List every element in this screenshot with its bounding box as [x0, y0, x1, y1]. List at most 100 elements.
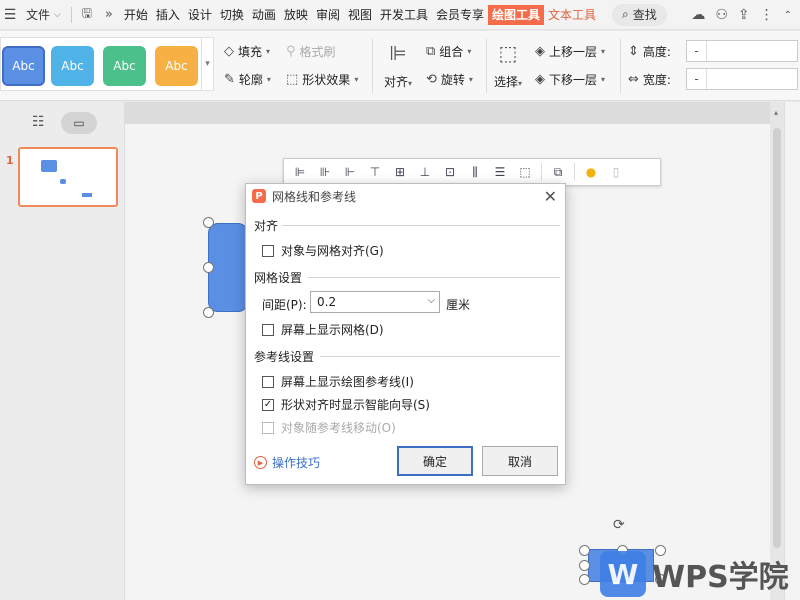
grid-and-guides-dialog: P 网格线和参考线 ✕ 对齐 对象与网格对齐(G) 网格设置 间距(P): 0.…	[245, 183, 566, 485]
ribbon: Abc Abc Abc Abc ▾ ◇ 填充 ▾ ⚲ 格式刷 ✎ 轮廓 ▾ ⬚ …	[0, 31, 800, 101]
spacing-select[interactable]: 0.2 ⌵	[310, 291, 440, 313]
scrollbar-thumb[interactable]	[773, 128, 781, 548]
tab-animation[interactable]: 动画	[248, 5, 280, 25]
spacing-label: 间距(P):	[262, 298, 307, 312]
tab-text-tools[interactable]: 文本工具	[544, 5, 600, 25]
snap-to-grid-checkbox[interactable]	[262, 244, 274, 257]
chevron-down-icon: ▾	[266, 75, 271, 84]
more-icon[interactable]: ⋮	[760, 7, 774, 23]
resize-handle[interactable]	[579, 574, 590, 585]
gallery-more-button[interactable]: ▾	[201, 38, 213, 90]
shape-style-4[interactable]: Abc	[155, 46, 198, 86]
shape-style-3[interactable]: Abc	[103, 46, 146, 86]
play-icon: ▶	[254, 456, 267, 469]
lightbulb-icon[interactable]: ●	[579, 161, 603, 183]
app-logo-icon: P	[252, 189, 266, 203]
hamburger-icon[interactable]: ☰	[0, 7, 20, 23]
divider	[70, 6, 72, 23]
smart-guides-option[interactable]: ✓ 形状对齐时显示智能向导(S)	[262, 396, 430, 413]
bring-forward-button[interactable]: ◈ 上移一层 ▾	[535, 43, 605, 60]
rounded-rect-shape[interactable]	[208, 223, 248, 312]
tab-home[interactable]: 开始	[120, 5, 152, 25]
shape-style-label: Abc	[12, 59, 35, 73]
user-add-icon[interactable]: ⚇	[715, 7, 728, 23]
format-brush-button[interactable]: ⚲ 格式刷	[286, 43, 336, 60]
align-bottom-icon[interactable]: ⊥	[413, 161, 437, 183]
show-guides-option[interactable]: 屏幕上显示绘图参考线(I)	[262, 373, 414, 390]
resize-handle[interactable]	[203, 217, 214, 228]
show-grid-option[interactable]: 屏幕上显示网格(D)	[262, 321, 384, 338]
fill-label: 填充	[238, 45, 263, 59]
search-box[interactable]: ⌕ 查找	[612, 3, 667, 26]
scroll-up-icon[interactable]: ▴	[774, 108, 778, 117]
divider	[541, 163, 542, 181]
rotate-handle-icon[interactable]: ⟳	[613, 517, 625, 533]
collapse-ribbon-icon[interactable]: ⌃	[784, 10, 792, 21]
select-button[interactable]: ⬚ 选择▾	[488, 39, 528, 90]
align-top-icon[interactable]: ⊤	[363, 161, 387, 183]
tab-review[interactable]: 审阅	[312, 5, 344, 25]
spacing-unit: 厘米	[446, 298, 471, 312]
distribute-vertical-icon[interactable]: ☰	[488, 161, 512, 183]
resize-handle[interactable]	[579, 560, 590, 571]
select-label: 选择	[493, 75, 518, 89]
resize-handle[interactable]	[579, 545, 590, 556]
distribute-horizontal-icon[interactable]: ⫼	[463, 161, 487, 183]
cancel-button[interactable]: 取消	[482, 446, 558, 476]
cloud-icon[interactable]: ☁	[691, 7, 705, 23]
width-input[interactable]: -	[686, 68, 798, 90]
height-input[interactable]: -	[686, 40, 798, 62]
tab-design[interactable]: 设计	[184, 5, 216, 25]
resize-handle[interactable]	[203, 262, 214, 273]
align-left-icon[interactable]: ⊫	[288, 161, 312, 183]
align-middle-icon[interactable]: ⊞	[388, 161, 412, 183]
fill-button[interactable]: ◇ 填充 ▾	[224, 43, 270, 60]
tab-insert[interactable]: 插入	[152, 5, 184, 25]
thumbnail-view-icon[interactable]: ▭	[61, 112, 97, 134]
more-chevron-icon[interactable]: »	[98, 7, 120, 22]
ok-button[interactable]: 确定	[397, 446, 473, 476]
share-icon[interactable]: ⇪	[738, 7, 750, 23]
shape-effect-button[interactable]: ⬚ 形状效果 ▾	[286, 71, 358, 88]
resize-handle[interactable]	[203, 307, 214, 318]
tab-member[interactable]: 会员专享	[432, 5, 488, 25]
tab-slideshow[interactable]: 放映	[280, 5, 312, 25]
tab-transition[interactable]: 切换	[216, 5, 248, 25]
rotate-label: 旋转	[440, 73, 465, 87]
save-icon[interactable]: 🖫	[76, 4, 98, 25]
shape-style-2[interactable]: Abc	[51, 46, 94, 86]
group-button[interactable]: ⧉ 组合 ▾	[426, 43, 471, 60]
align-button[interactable]: ⊫ 对齐▾	[378, 39, 418, 90]
shape-style-1[interactable]: Abc	[2, 46, 45, 86]
file-menu[interactable]: 文件 ⌵	[20, 6, 67, 23]
file-menu-label: 文件	[26, 8, 51, 22]
smart-guides-checkbox[interactable]: ✓	[262, 398, 274, 411]
height-decrease[interactable]: -	[687, 41, 707, 61]
align-center-icon[interactable]: ⊪	[313, 161, 337, 183]
show-guides-checkbox[interactable]	[262, 375, 274, 388]
pen-icon: ✎	[224, 72, 235, 87]
vertical-scrollbar[interactable]: ▴	[770, 102, 784, 600]
show-grid-checkbox[interactable]	[262, 323, 274, 336]
tab-developer[interactable]: 开发工具	[376, 5, 432, 25]
send-backward-button[interactable]: ◈ 下移一层 ▾	[535, 71, 605, 88]
shape-style-gallery: Abc Abc Abc Abc ▾	[0, 37, 214, 91]
outline-view-icon[interactable]: ☷	[32, 114, 45, 130]
outline-button[interactable]: ✎ 轮廓 ▾	[224, 71, 271, 88]
chevron-down-icon: ⌵	[54, 9, 61, 20]
title-actions: ☁ ⚇ ⇪ ⋮ ⌃	[691, 0, 800, 30]
tab-drawing-tools[interactable]: 绘图工具	[488, 4, 545, 25]
group-icon[interactable]: ⧉	[546, 161, 570, 183]
rotate-button[interactable]: ⟲ 旋转 ▾	[426, 71, 473, 88]
tab-view[interactable]: 视图	[344, 5, 376, 25]
divider	[620, 39, 621, 93]
align-right-icon[interactable]: ⊩	[338, 161, 362, 183]
align-center-both-icon[interactable]: ⊡	[438, 161, 462, 183]
grid-settings-icon[interactable]: ▯	[604, 161, 628, 183]
slide-thumbnail[interactable]	[18, 147, 118, 207]
snap-to-grid-option[interactable]: 对象与网格对齐(G)	[262, 242, 384, 259]
tips-link[interactable]: ▶ 操作技巧	[254, 454, 320, 471]
align-to-slide-icon[interactable]: ⬚	[513, 161, 537, 183]
width-decrease[interactable]: -	[687, 69, 707, 89]
close-icon[interactable]: ✕	[544, 187, 557, 206]
